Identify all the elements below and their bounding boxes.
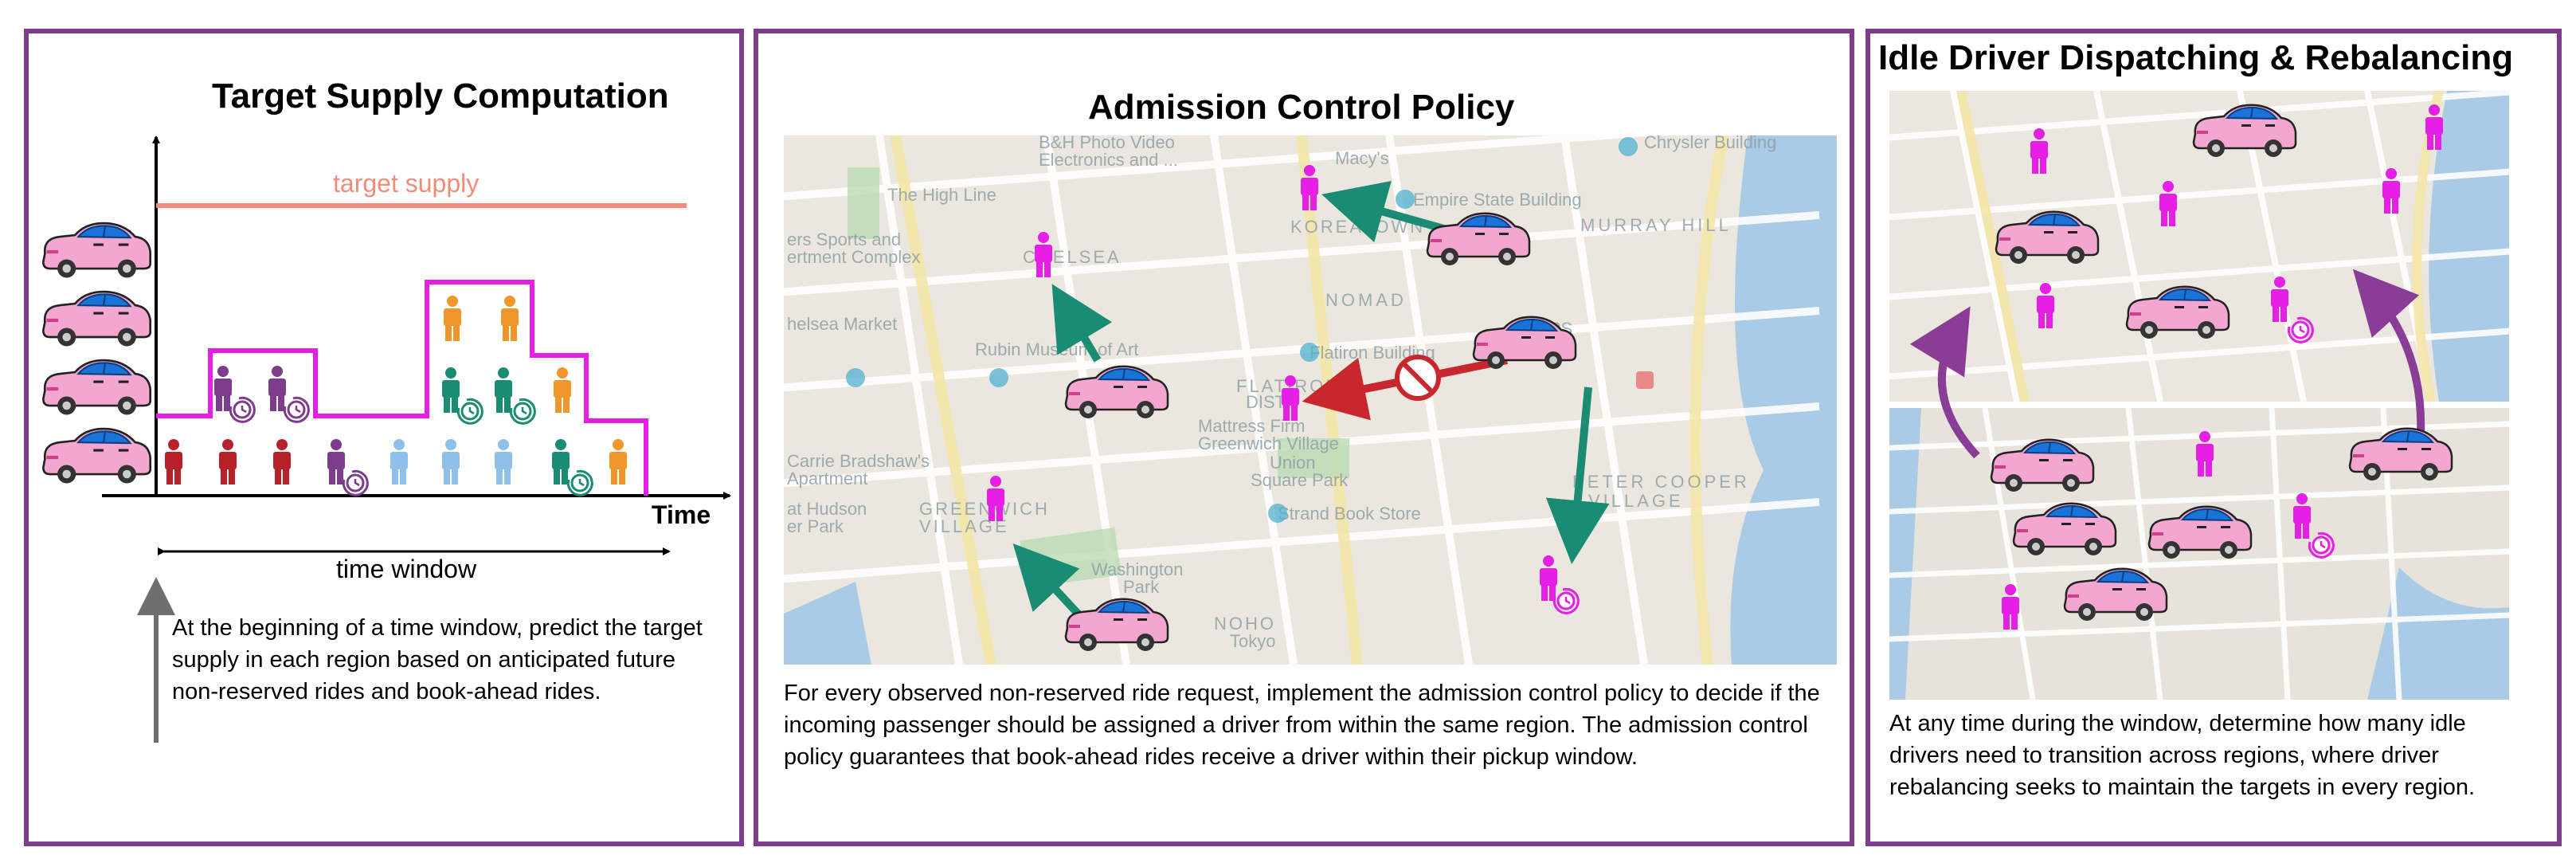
target-supply-description: At the beginning of a time window, predi…	[172, 615, 703, 704]
passenger-icon	[327, 439, 345, 484]
car-icon	[2147, 504, 2253, 560]
passenger-icon	[219, 439, 237, 484]
passenger-icon	[554, 367, 571, 413]
dispatch-arrow	[1051, 284, 1113, 363]
rebalance-arrow	[2352, 269, 2425, 449]
passenger-icon	[1282, 375, 1299, 421]
passenger-icon	[501, 296, 519, 341]
passenger-icon	[2159, 181, 2177, 226]
car-icon	[1064, 597, 1169, 653]
passenger-icon	[214, 366, 232, 411]
passenger-icon	[390, 439, 408, 484]
passenger-icon	[1035, 232, 1052, 277]
rebalance-arrow	[1909, 306, 1980, 459]
car-icon	[2348, 426, 2453, 482]
clock-icon	[229, 396, 256, 423]
passenger-icon	[609, 439, 627, 484]
dispatch-description: At any time during the window, determine…	[1889, 711, 2476, 800]
car-icon	[2063, 567, 2168, 622]
time-window-label: time window	[336, 555, 477, 583]
passenger-icon	[2271, 277, 2288, 322]
passenger-icon	[165, 439, 182, 484]
clock-icon	[2308, 532, 2335, 559]
admission-description: For every observed non-reserved ride req…	[784, 681, 1820, 770]
car-icon	[43, 360, 150, 414]
car-icon	[1426, 211, 1531, 267]
car-icon	[2012, 501, 2117, 557]
passenger-icon	[442, 367, 460, 413]
clock-icon	[566, 469, 593, 496]
dispatch-arrow	[1545, 386, 1610, 564]
no-entry-icon	[1395, 355, 1441, 401]
passenger-icon	[273, 439, 291, 484]
passenger-icon	[2425, 104, 2443, 150]
admission-control-panel: Admission Control Policy B&H Photo Video…	[754, 29, 1854, 846]
clock-icon	[1552, 587, 1580, 614]
car-icon	[1064, 364, 1169, 420]
car-icon	[43, 292, 150, 346]
passenger-icon	[2293, 493, 2311, 539]
target-supply-diagram	[29, 135, 731, 743]
passenger-icon	[2002, 584, 2019, 630]
passenger-icon	[1301, 165, 1318, 210]
passenger-icon	[495, 439, 512, 484]
car-icon	[43, 429, 150, 483]
car-icon	[2192, 103, 2297, 159]
car-icon	[1990, 437, 2095, 493]
clock-icon	[509, 398, 536, 425]
passenger-icon	[987, 476, 1004, 521]
passenger-icon	[2382, 168, 2400, 214]
passenger-icon	[495, 367, 512, 413]
clock-icon	[283, 396, 310, 423]
dispatch-panel: Idle Driver Dispatching & Rebalancing At…	[1865, 29, 2562, 846]
target-supply-panel: Target Supply Computation target supply …	[24, 29, 744, 846]
passenger-icon	[2196, 431, 2214, 477]
car-icon	[1472, 315, 1577, 371]
passenger-icon	[444, 296, 461, 341]
passenger-icon	[268, 366, 286, 411]
passenger-icon	[2030, 128, 2048, 174]
car-icon	[1995, 210, 2100, 265]
clock-icon	[342, 469, 369, 496]
car-icon	[43, 223, 150, 277]
passenger-icon	[1540, 555, 1557, 601]
passenger-icon	[2037, 283, 2054, 328]
passenger-icon	[552, 439, 570, 484]
clock-icon	[2287, 316, 2314, 343]
car-icon	[2125, 284, 2230, 340]
time-axis-label: Time	[652, 500, 711, 529]
passenger-icon	[442, 439, 460, 484]
clock-icon	[456, 398, 483, 425]
target-supply-label: target supply	[333, 169, 480, 198]
